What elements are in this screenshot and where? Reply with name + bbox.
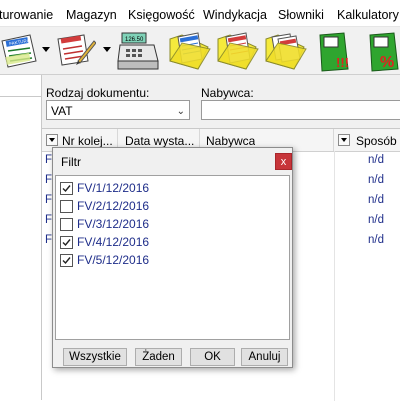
column-nabywca-label: Nabywca <box>206 134 256 148</box>
column-sposob-label: Sposób p <box>356 134 400 148</box>
filter-item-label: FV/4/12/2016 <box>77 235 150 249</box>
faktura-icon[interactable]: FAKTURA <box>0 31 38 72</box>
menu-ksiegowosc[interactable]: Księgowość <box>128 8 195 22</box>
faktura-edit-icon[interactable] <box>54 31 97 72</box>
rodzaj-dokumentu-select[interactable]: VAT ⌄ <box>46 100 190 120</box>
menu-fakturowanie[interactable]: turowanie <box>0 8 53 22</box>
checkbox[interactable] <box>60 218 73 231</box>
close-icon[interactable]: x <box>275 153 292 170</box>
folder-multi-icon[interactable] <box>264 31 308 74</box>
cancel-button[interactable]: Anuluj <box>241 348 288 366</box>
column-filter-button[interactable] <box>46 134 58 146</box>
row-sposob-value: n/d <box>368 214 384 226</box>
select-all-button[interactable]: Wszystkie <box>63 348 127 366</box>
cash-register-icon[interactable]: 126.50 <box>116 31 160 74</box>
checkbox[interactable] <box>60 236 73 249</box>
nabywca-input[interactable] <box>201 100 400 120</box>
checkbox[interactable] <box>60 254 73 267</box>
row-sposob-value: n/d <box>368 194 384 206</box>
menu-kalkulatory[interactable]: Kalkulatory <box>337 8 399 22</box>
filter-item-label: FV/2/12/2016 <box>77 199 150 213</box>
menu-windykacja[interactable]: Windykacja <box>203 8 267 22</box>
column-sposob-platnosci[interactable]: Sposób p <box>334 129 400 151</box>
column-filter-button[interactable] <box>338 134 350 146</box>
cash-register-display: 126.50 <box>125 37 144 43</box>
binder-warning-icon[interactable]: !!! <box>316 31 360 76</box>
left-pane-divider <box>0 96 41 97</box>
faktura-edit-dropdown-arrow[interactable] <box>103 47 111 52</box>
filter-dialog-title: Filtr <box>61 155 81 169</box>
column-nr-kolejny-label: Nr kolej... <box>62 134 113 148</box>
ok-button[interactable]: OK <box>190 348 235 366</box>
filter-list: FV/1/12/2016 FV/2/12/2016 FV/3/12/2016 F… <box>55 175 290 340</box>
nabywca-label: Nabywca: <box>201 86 254 100</box>
column-data-wystawienia-label: Data wysta... <box>125 134 195 148</box>
svg-text:%: % <box>380 54 394 71</box>
left-pane <box>0 75 42 400</box>
checkbox[interactable] <box>60 200 73 213</box>
faktura-dropdown-arrow[interactable] <box>42 47 50 52</box>
grid-line <box>334 151 335 401</box>
folder-faktura-icon[interactable] <box>168 31 212 74</box>
row-sposob-value: n/d <box>368 234 384 246</box>
menu-magazyn[interactable]: Magazyn <box>66 8 117 22</box>
filter-item-label: FV/5/12/2016 <box>77 253 150 267</box>
rodzaj-dokumentu-label: Rodzaj dokumentu: <box>46 86 150 100</box>
folder-korekta-icon[interactable] <box>216 31 260 74</box>
svg-text:!!!: !!! <box>336 55 349 70</box>
rodzaj-dokumentu-value: VAT <box>51 104 73 118</box>
menu-slowniki[interactable]: Słowniki <box>278 8 324 22</box>
filter-dialog: Filtr x FV/1/12/2016 FV/2/12/2016 FV/3/1… <box>52 147 293 368</box>
menu-bar: turowanie Magazyn Księgowość Windykacja … <box>0 0 400 27</box>
filter-item-label: FV/3/12/2016 <box>77 217 150 231</box>
row-sposob-value: n/d <box>368 174 384 186</box>
toolbar: FAKTURA 126.50 !!! % <box>0 27 400 75</box>
row-sposob-value: n/d <box>368 154 384 166</box>
binder-percent-icon[interactable]: % <box>366 31 400 76</box>
filter-item-label: FV/1/12/2016 <box>77 181 150 195</box>
checkbox[interactable] <box>60 182 73 195</box>
select-none-button[interactable]: Żaden <box>135 348 182 366</box>
chevron-down-icon[interactable]: ⌄ <box>177 106 185 117</box>
